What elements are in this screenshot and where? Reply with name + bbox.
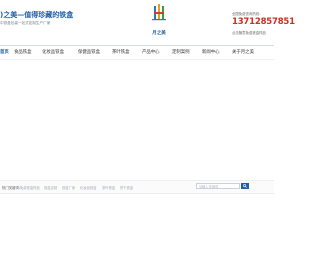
search-input[interactable]: 请输入关键词	[196, 183, 240, 189]
nav-item-cases[interactable]: 定制案例	[172, 46, 190, 59]
site-header: )之美—值得珍藏的铁盒 中铁盒包装一站式定制生产厂家 月之美 全国免费咨询热线：…	[0, 0, 295, 45]
main-nav: 首页 食品铁盒 化妆品铁盒 保健品铁盒 茶叶铁盒 产品中心 定制案例 新闻中心 …	[0, 46, 274, 59]
site-slogan: )之美—值得珍藏的铁盒	[0, 11, 74, 19]
keyword-link[interactable]: 化妆品铁盒	[80, 185, 96, 190]
brand-logo-text: 月之美	[152, 31, 166, 36]
nav-item-home[interactable]: 首页	[0, 46, 9, 59]
hotline-number[interactable]: 13712857851	[232, 17, 295, 27]
keyword-link[interactable]: 铁盒定制	[44, 185, 57, 190]
nav-item-about[interactable]: 关于月之美	[232, 46, 254, 59]
hotline-tip: 点击随意免费铁盒样品	[232, 31, 266, 35]
nav-item-health-tins[interactable]: 保健品铁盒	[78, 46, 100, 59]
search-button[interactable]	[241, 183, 249, 189]
keyword-link[interactable]: 铁盒厂家	[62, 185, 75, 190]
nav-item-tea-tins[interactable]: 茶叶铁盒	[112, 46, 130, 59]
hotline-label: 全国免费咨询热线：	[232, 12, 263, 16]
nav-item-news[interactable]: 新闻中心	[202, 46, 220, 59]
keyword-link[interactable]: 饼干铁盒	[120, 185, 133, 190]
keyword-link[interactable]: 茶叶铁盒	[102, 185, 115, 190]
keyword-link[interactable]: 免费铁盒样品	[20, 185, 40, 190]
site-subtitle: 中铁盒包装一站式定制生产厂家	[0, 21, 51, 25]
nav-item-products[interactable]: 产品中心	[142, 46, 160, 59]
hero-banner	[0, 62, 274, 174]
search-icon	[243, 184, 247, 188]
nav-bottom-line	[0, 59, 274, 60]
nav-item-cosmetic-tins[interactable]: 化妆品铁盒	[42, 46, 64, 59]
nav-item-food-tins[interactable]: 食品铁盒	[14, 46, 32, 59]
